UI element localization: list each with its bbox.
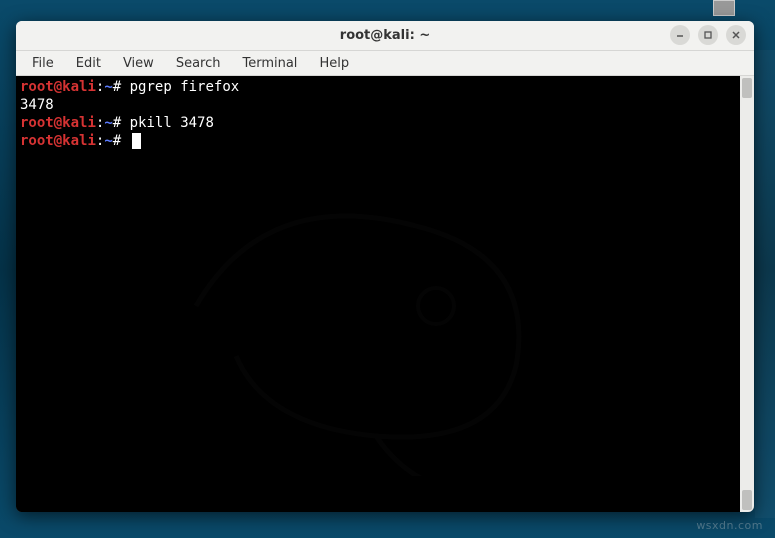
- titlebar[interactable]: root@kali: ~: [16, 21, 754, 51]
- window-title: root@kali: ~: [340, 28, 430, 43]
- maximize-button[interactable]: [698, 25, 718, 45]
- watermark: wsxdn.com: [696, 519, 763, 532]
- menu-file[interactable]: File: [22, 53, 64, 74]
- terminal-prompt-line: root@kali:~#: [20, 132, 736, 150]
- scrollbar-thumb-bottom[interactable]: [742, 490, 752, 510]
- window-controls: [670, 25, 746, 45]
- close-button[interactable]: [726, 25, 746, 45]
- menu-help[interactable]: Help: [309, 53, 359, 74]
- maximize-icon: [703, 30, 713, 40]
- desktop-panel-icon: [713, 0, 735, 16]
- terminal-area-wrap: root@kali:~# pgrep firefox3478root@kali:…: [16, 76, 754, 512]
- close-icon: [731, 30, 741, 40]
- terminal-output-line: 3478: [20, 96, 736, 114]
- terminal-prompt-line: root@kali:~# pkill 3478: [20, 114, 736, 132]
- menu-view[interactable]: View: [113, 53, 164, 74]
- terminal-prompt-line: root@kali:~# pgrep firefox: [20, 78, 736, 96]
- menubar: File Edit View Search Terminal Help: [16, 51, 754, 76]
- terminal-cursor: [132, 133, 141, 149]
- kali-logo-background: [116, 126, 616, 476]
- menu-search[interactable]: Search: [166, 53, 231, 74]
- minimize-button[interactable]: [670, 25, 690, 45]
- menu-edit[interactable]: Edit: [66, 53, 111, 74]
- desktop-right-edge: [755, 50, 775, 518]
- minimize-icon: [675, 30, 685, 40]
- scrollbar-thumb-top[interactable]: [742, 78, 752, 98]
- menu-terminal[interactable]: Terminal: [232, 53, 307, 74]
- terminal-window: root@kali: ~ File Edit View Search Termi…: [16, 21, 754, 512]
- terminal-scrollbar[interactable]: [740, 76, 754, 512]
- terminal-body[interactable]: root@kali:~# pgrep firefox3478root@kali:…: [16, 76, 740, 512]
